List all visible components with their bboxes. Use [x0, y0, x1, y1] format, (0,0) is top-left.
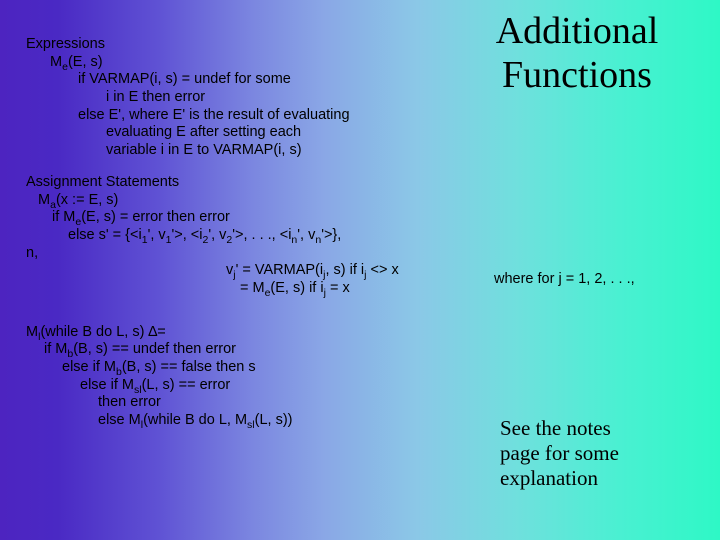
asg-heading: Assignment Statements [26, 174, 466, 192]
body-text: Expressions Me(E, s) if VARMAP(i, s) = u… [26, 36, 466, 444]
slide: Additional Functions Expressions Me(E, s… [0, 0, 720, 540]
exp-l5: variable i in E to VARMAP(i, s) [26, 142, 466, 160]
note-line-1: See the notes [500, 416, 611, 440]
exp-me: Me(E, s) [26, 54, 466, 72]
asg-l4: = Me(E, s) if ij = x [26, 280, 466, 298]
title-line-2: Functions [502, 54, 652, 96]
title-line-1: Additional [496, 10, 659, 52]
slide-title: Additional Functions [462, 10, 692, 97]
exp-l2: i in E then error [26, 89, 466, 107]
whi-l1: Ml(while B do L, s) ∆= [26, 324, 466, 342]
note-line-2: page for some [500, 441, 619, 465]
asg-n: n, [26, 245, 466, 263]
asg-l3: vj' = VARMAP(ij, s) if ij <> x [26, 262, 466, 280]
where-for-text: where for j = 1, 2, . . ., [494, 271, 635, 287]
asg-l1: if Me(E, s) = error then error [26, 209, 466, 227]
exp-l1: if VARMAP(i, s) = undef for some [26, 71, 466, 89]
whi-l5: then error [26, 394, 466, 412]
whi-l2: if Mb(B, s) == undef then error [26, 341, 466, 359]
whi-l3: else if Mb(B, s) == false then s [26, 359, 466, 377]
expressions-block: Expressions Me(E, s) if VARMAP(i, s) = u… [26, 36, 466, 160]
note-line-3: explanation [500, 466, 598, 490]
whi-l6: else Ml(while B do L, Msl(L, s)) [26, 412, 466, 430]
asg-l2: else s' = {<i1', v1'>, <i2', v2'>, . . .… [26, 227, 466, 245]
notes-reference: See the notes page for some explanation [500, 416, 670, 492]
exp-l4: evaluating E after setting each [26, 124, 466, 142]
while-block: Ml(while B do L, s) ∆= if Mb(B, s) == un… [26, 324, 466, 430]
assignment-block: Assignment Statements Ma(x := E, s) if M… [26, 174, 466, 298]
exp-l3: else E', where E' is the result of evalu… [26, 107, 466, 125]
exp-heading: Expressions [26, 36, 466, 54]
asg-ma: Ma(x := E, s) [26, 192, 466, 210]
whi-l4: else if Msl(L, s) == error [26, 377, 466, 395]
